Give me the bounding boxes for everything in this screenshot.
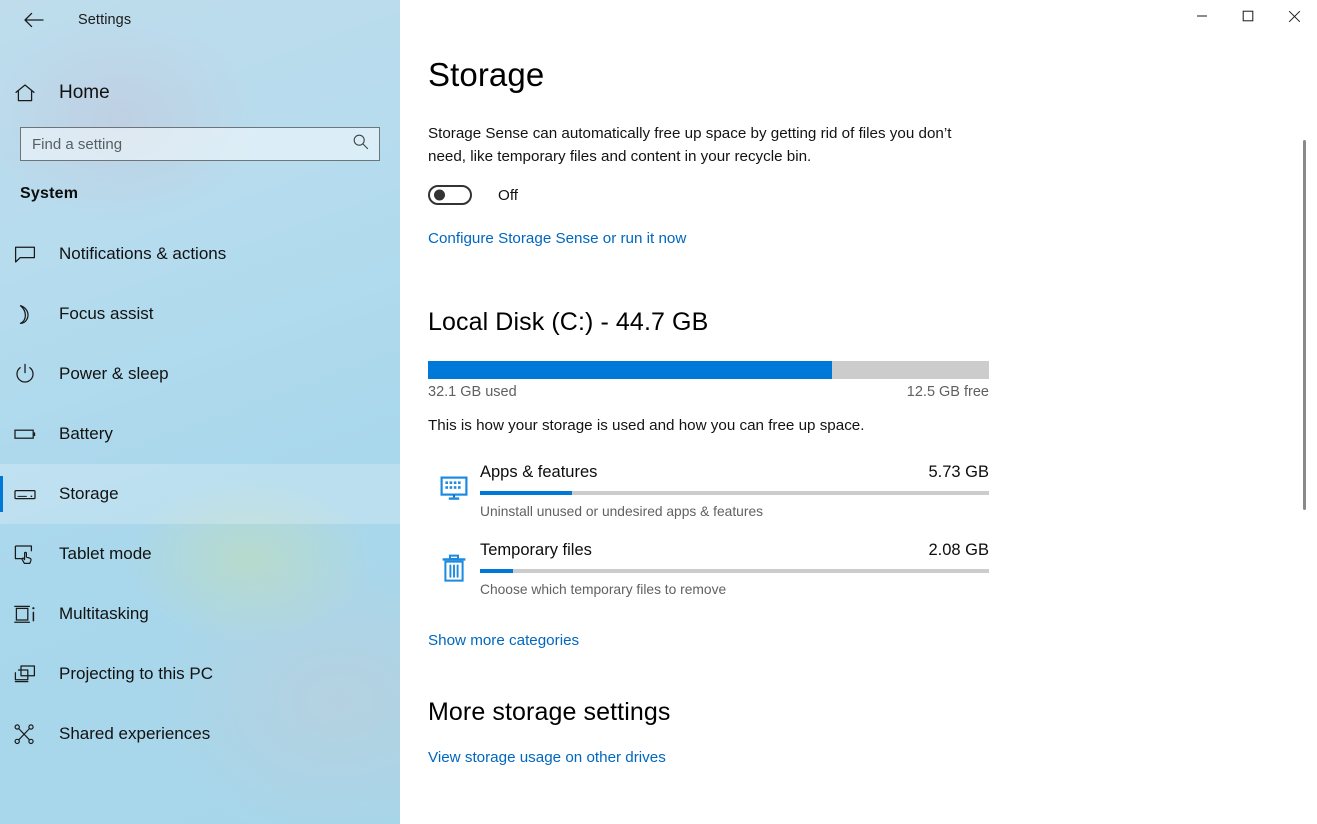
scrollbar-thumb[interactable] <box>1303 140 1306 510</box>
tablet-mode-icon <box>14 544 50 565</box>
sidebar-item-label: Notifications & actions <box>59 244 227 263</box>
view-storage-other-drives-link[interactable]: View storage usage on other drives <box>428 749 666 766</box>
main-content: Storage Storage Sense can automatically … <box>400 0 1317 824</box>
toggle-knob <box>434 189 445 201</box>
back-button[interactable] <box>14 5 54 35</box>
sidebar-item-focus-assist[interactable]: Focus assist <box>0 284 400 344</box>
power-icon <box>14 363 50 385</box>
category-name: Temporary files <box>480 541 592 559</box>
storage-categories: Apps & features 5.73 GB Uninstall unused… <box>428 463 989 619</box>
other-drives-row: View storage usage on other drives <box>428 749 1317 767</box>
storage-sense-toggle-state: Off <box>498 186 518 204</box>
category-size: 5.73 GB <box>928 463 989 481</box>
maximize-button[interactable] <box>1225 0 1271 32</box>
disk-usage-note: This is how your storage is used and how… <box>428 417 865 434</box>
search-container <box>0 127 400 161</box>
home-icon <box>14 83 50 103</box>
maximize-icon <box>1242 10 1254 22</box>
sidebar-item-shared-experiences[interactable]: Shared experiences <box>0 704 400 764</box>
sidebar-item-battery[interactable]: Battery <box>0 404 400 464</box>
disk-usage-bar-fill <box>428 361 832 379</box>
disk-usage-bar <box>428 361 989 379</box>
sidebar-item-power-sleep[interactable]: Power & sleep <box>0 344 400 404</box>
sidebar-item-label: Battery <box>59 424 113 443</box>
sidebar-item-home-label: Home <box>59 82 110 103</box>
sidebar: Settings Home System <box>0 0 400 824</box>
sidebar-item-label: Power & sleep <box>59 364 169 383</box>
battery-icon <box>14 427 50 441</box>
shared-experiences-icon <box>14 723 50 745</box>
vertical-scrollbar[interactable] <box>1299 0 1311 824</box>
window-controls <box>1179 0 1317 40</box>
show-more-categories-link[interactable]: Show more categories <box>428 632 579 649</box>
sidebar-group-title: System <box>20 185 79 202</box>
local-disk-title: Local Disk (C:) - 44.7 GB <box>428 308 709 336</box>
category-size: 2.08 GB <box>928 541 989 559</box>
category-subtitle: Choose which temporary files to remove <box>480 582 727 597</box>
sidebar-nav-list: Notifications & actions Focus assist Pow… <box>0 224 400 764</box>
sidebar-item-projecting-to-this-pc[interactable]: Projecting to this PC <box>0 644 400 704</box>
configure-storage-sense-row: Configure Storage Sense or run it now <box>428 230 1317 248</box>
minimize-icon <box>1197 15 1207 17</box>
sidebar-item-label: Multitasking <box>59 604 149 623</box>
search-input[interactable] <box>21 128 379 160</box>
sidebar-item-label: Shared experiences <box>59 724 211 743</box>
category-name: Apps & features <box>480 463 598 481</box>
sidebar-item-label: Projecting to this PC <box>59 664 214 683</box>
disk-used-label: 32.1 GB used <box>428 384 517 400</box>
sidebar-item-notifications-actions[interactable]: Notifications & actions <box>0 224 400 284</box>
close-button[interactable] <box>1271 0 1317 32</box>
window-titlebar-left: Settings <box>0 0 400 40</box>
sidebar-item-multitasking[interactable]: Multitasking <box>0 584 400 644</box>
storage-drive-icon <box>14 488 50 501</box>
sidebar-item-label: Focus assist <box>59 304 154 323</box>
moon-icon <box>14 304 50 325</box>
category-row-temporary-files[interactable]: Temporary files 2.08 GB Choose which tem… <box>428 541 989 619</box>
app-title: Settings <box>78 12 132 28</box>
apps-features-icon <box>428 463 480 502</box>
sidebar-item-label: Tablet mode <box>59 544 152 563</box>
sidebar-item-tablet-mode[interactable]: Tablet mode <box>0 524 400 584</box>
sidebar-item-label: Storage <box>59 484 119 503</box>
storage-sense-description: Storage Sense can automatically free up … <box>428 125 952 165</box>
sidebar-item-home[interactable]: Home <box>0 70 400 116</box>
storage-sense-toggle[interactable] <box>428 185 472 205</box>
category-usage-bar-fill <box>480 569 514 573</box>
category-body: Temporary files 2.08 GB Choose which tem… <box>480 541 989 597</box>
category-body: Apps & features 5.73 GB Uninstall unused… <box>480 463 989 519</box>
storage-page: Storage Storage Sense can automatically … <box>400 0 1317 767</box>
category-usage-bar-fill <box>480 491 572 495</box>
more-storage-settings-title: More storage settings <box>428 698 671 726</box>
minimize-button[interactable] <box>1179 0 1225 32</box>
disk-usage-legend: 32.1 GB used 12.5 GB free <box>428 384 989 400</box>
projecting-icon <box>14 664 50 684</box>
show-more-row: Show more categories <box>428 632 1317 650</box>
close-icon <box>1288 10 1300 22</box>
notifications-icon <box>14 245 50 264</box>
disk-usage: 32.1 GB used 12.5 GB free <box>428 361 989 400</box>
disk-free-label: 12.5 GB free <box>906 384 989 400</box>
category-header: Apps & features 5.73 GB <box>480 463 989 482</box>
multitasking-icon <box>14 604 50 625</box>
trash-bin-icon <box>428 541 480 584</box>
storage-sense-toggle-row: Off <box>428 185 1317 205</box>
settings-window: Settings Home System <box>0 0 1317 824</box>
page-title: Storage <box>428 56 545 93</box>
back-arrow-icon <box>24 12 44 28</box>
category-usage-bar <box>480 491 989 495</box>
category-subtitle: Uninstall unused or undesired apps & fea… <box>480 504 764 519</box>
configure-storage-sense-link[interactable]: Configure Storage Sense or run it now <box>428 230 686 247</box>
category-row-apps-features[interactable]: Apps & features 5.73 GB Uninstall unused… <box>428 463 989 541</box>
sidebar-item-storage[interactable]: Storage <box>0 464 400 524</box>
category-usage-bar <box>480 569 989 573</box>
search-box[interactable] <box>20 127 380 161</box>
category-header: Temporary files 2.08 GB <box>480 541 989 560</box>
